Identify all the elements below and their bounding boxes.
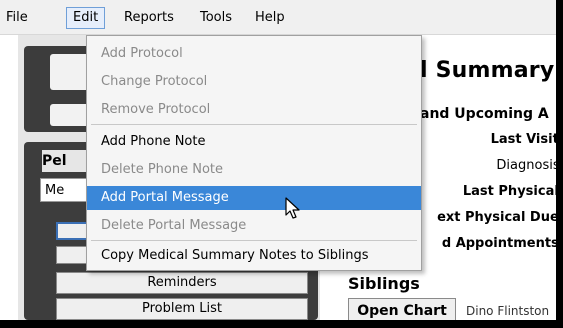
reminders-button[interactable]: Reminders	[56, 272, 308, 294]
menu-item-remove-protocol[interactable]: Remove Protocol	[87, 98, 421, 122]
app-window: Pel Me Reminders Problem List l Summary …	[0, 0, 563, 328]
visits-section-title: and Upcoming A	[420, 106, 549, 122]
open-chart-button[interactable]: Open Chart	[348, 298, 456, 320]
menu-separator	[91, 240, 417, 241]
menu-item-add-protocol[interactable]: Add Protocol	[87, 42, 421, 66]
edit-menu-dropdown: Add Protocol Change Protocol Remove Prot…	[86, 35, 422, 271]
menu-item-change-protocol[interactable]: Change Protocol	[87, 70, 421, 94]
menu-reports[interactable]: Reports	[118, 8, 180, 28]
menubar: File Edit Reports Tools Help	[0, 0, 556, 35]
menu-item-add-phone-note[interactable]: Add Phone Note	[87, 130, 421, 154]
window-border-right	[556, 0, 563, 328]
window-border-bottom	[0, 320, 563, 328]
page-title: l Summary	[420, 58, 555, 83]
problem-list-button[interactable]: Problem List	[56, 298, 308, 320]
sibling-name[interactable]: Dino Flintston	[466, 304, 549, 318]
panel-header: Pel	[42, 150, 92, 172]
menu-item-delete-portal-message[interactable]: Delete Portal Message	[87, 214, 421, 238]
menu-tools[interactable]: Tools	[194, 8, 238, 28]
menu-item-delete-phone-note[interactable]: Delete Phone Note	[87, 158, 421, 182]
mouse-pointer-icon	[285, 197, 300, 219]
menu-item-add-portal-message[interactable]: Add Portal Message	[87, 186, 421, 210]
siblings-title: Siblings	[348, 274, 420, 293]
menu-file[interactable]: File	[0, 8, 34, 28]
menu-edit[interactable]: Edit	[66, 7, 106, 29]
menu-help[interactable]: Help	[249, 8, 291, 28]
patient-photo-panel	[24, 46, 94, 132]
menu-separator	[91, 124, 417, 125]
menu-item-copy-summary-notes[interactable]: Copy Medical Summary Notes to Siblings	[87, 244, 421, 268]
window-content: Pel Me Reminders Problem List l Summary …	[0, 0, 556, 320]
